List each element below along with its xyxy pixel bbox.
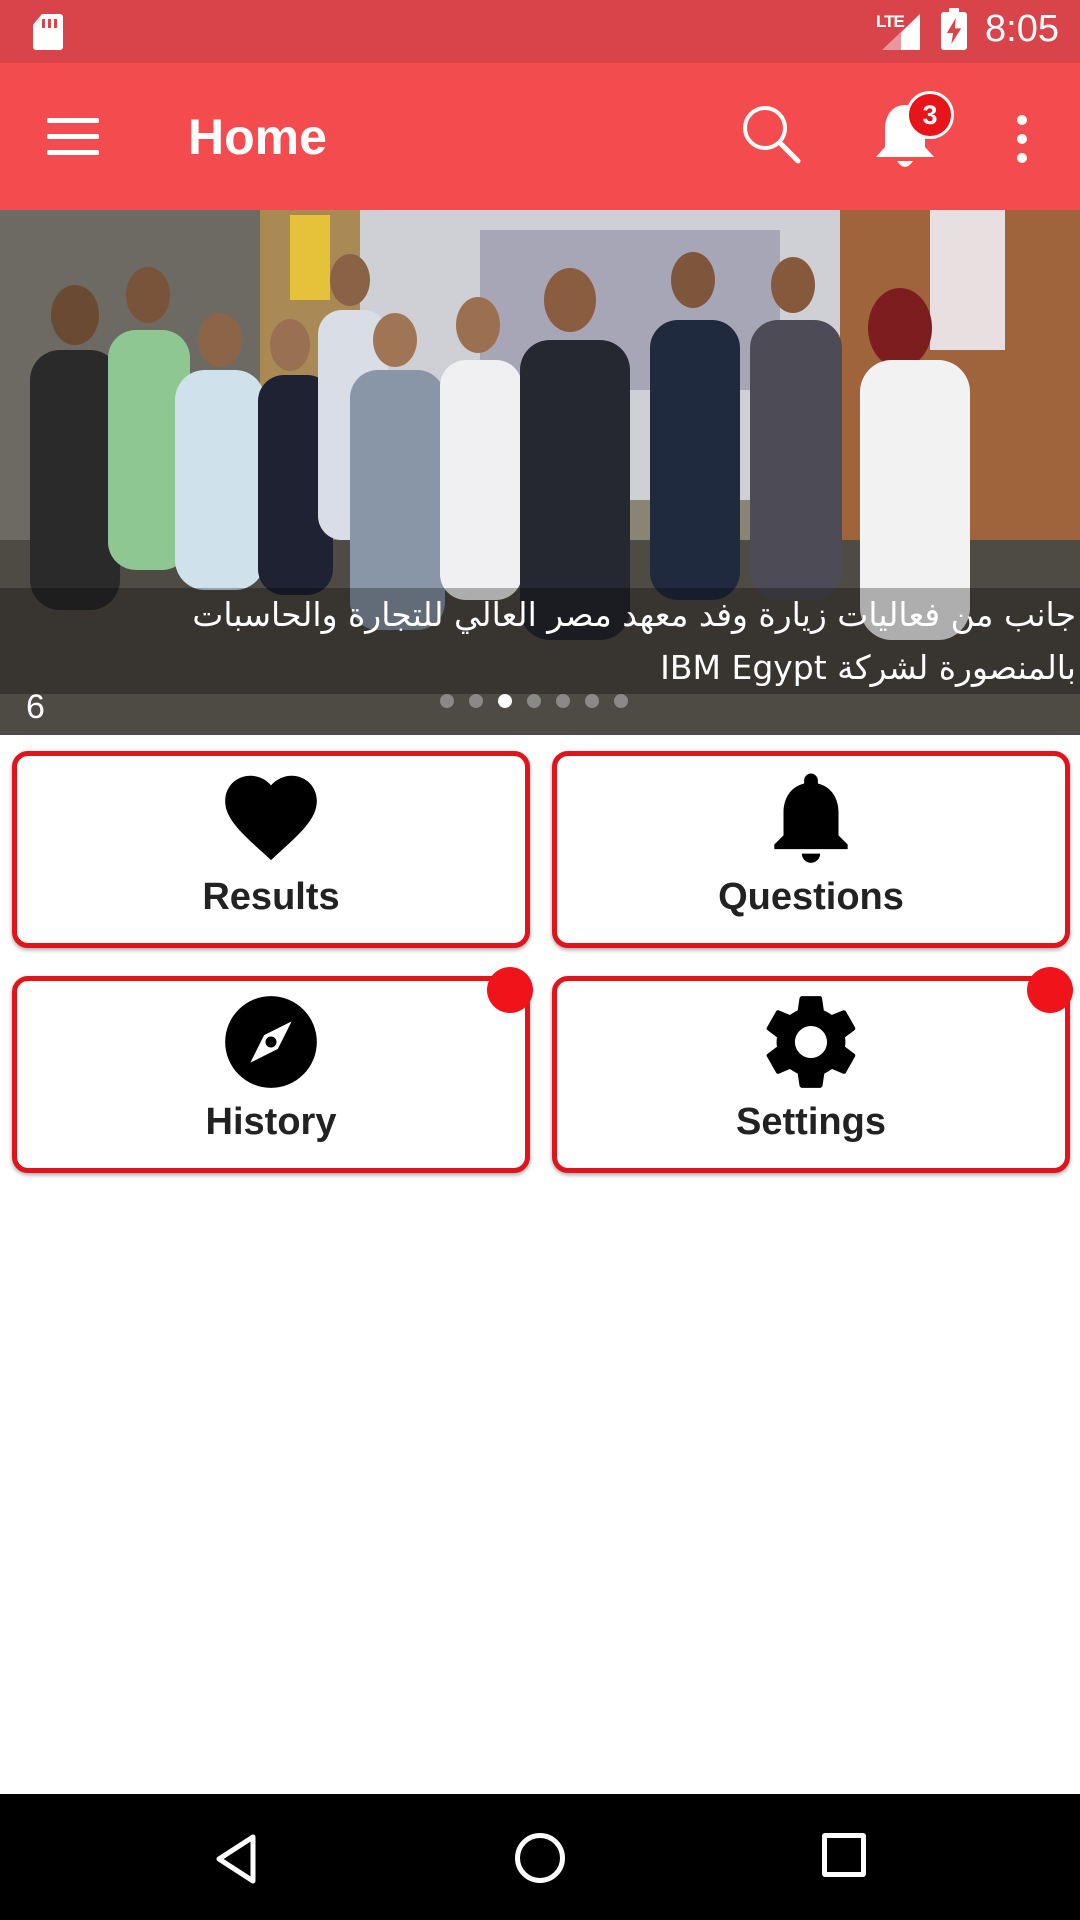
sd-card-icon	[33, 14, 63, 50]
app-bar: Home 3	[0, 63, 1080, 210]
status-bar: LTE 8:05	[0, 0, 1080, 63]
search-icon[interactable]	[740, 103, 802, 165]
carousel-dot[interactable]	[527, 694, 541, 708]
system-navigation-bar	[0, 1794, 1080, 1920]
history-tile[interactable]: History	[12, 967, 533, 1173]
questions-tile[interactable]: Questions	[552, 751, 1070, 948]
news-carousel[interactable]: جانب من فعاليات زيارة وفد معهد مصر العال…	[0, 210, 1080, 735]
slide-number: 6	[26, 688, 45, 726]
compass-icon	[225, 996, 317, 1088]
settings-tile[interactable]: Settings	[552, 967, 1073, 1173]
settings-notification-dot	[1027, 967, 1073, 1013]
menu-icon[interactable]	[47, 118, 99, 156]
carousel-dot[interactable]	[585, 694, 599, 708]
carousel-dot[interactable]	[498, 694, 512, 708]
back-icon[interactable]	[213, 1833, 259, 1885]
notification-count-badge: 3	[906, 91, 954, 139]
carousel-dot[interactable]	[556, 694, 570, 708]
carousel-dot[interactable]	[469, 694, 483, 708]
battery-charging-icon	[941, 8, 967, 50]
status-time: 8:05	[985, 8, 1059, 50]
home-icon[interactable]	[515, 1833, 565, 1883]
results-tile[interactable]: Results	[12, 751, 530, 948]
carousel-dot[interactable]	[614, 694, 628, 708]
history-notification-dot	[487, 967, 533, 1013]
heart-icon	[225, 775, 317, 861]
recent-apps-icon[interactable]	[822, 1833, 866, 1877]
network-type: LTE	[876, 12, 905, 31]
carousel-caption: جانب من فعاليات زيارة وفد معهد مصر العال…	[0, 588, 1080, 694]
page-title: Home	[188, 109, 327, 165]
tile-label: Results	[202, 876, 340, 918]
tile-label: History	[205, 1101, 337, 1143]
gear-icon	[766, 996, 856, 1088]
tile-label: Settings	[736, 1101, 886, 1143]
overflow-menu-icon[interactable]	[1015, 115, 1029, 163]
carousel-dot[interactable]	[440, 694, 454, 708]
bell-icon	[774, 773, 848, 863]
tile-label: Questions	[718, 876, 904, 918]
